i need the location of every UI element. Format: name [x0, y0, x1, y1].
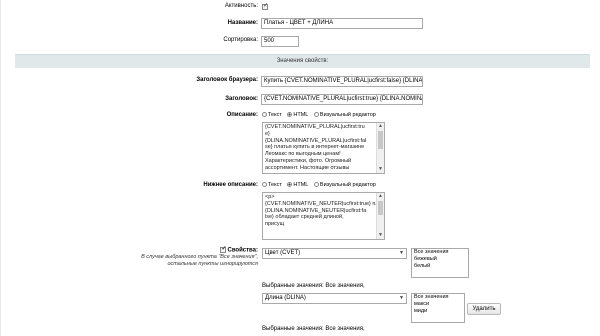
chevron-down-icon: ▼: [399, 250, 404, 256]
sort-label: Сортировка:: [223, 37, 258, 43]
lower-description-mode-visual[interactable]: Визуальный редактор: [313, 182, 376, 188]
delete-button[interactable]: Удалить: [467, 303, 501, 315]
lower-description-mode-text[interactable]: Текст: [262, 182, 282, 188]
scroll-up-icon[interactable]: ▲: [377, 123, 384, 130]
color-select-value: Цвет (CVET): [265, 250, 301, 256]
list-item[interactable]: Все значения: [412, 249, 468, 256]
selected-color-text: Выбранные значения: Все значения,: [262, 283, 365, 289]
description-mode-html[interactable]: HTML: [287, 112, 308, 118]
scroll-thumb[interactable]: [378, 131, 383, 149]
scroll-thumb[interactable]: [378, 201, 383, 215]
description-line: ассортимент. Настоящие отзывы: [265, 164, 350, 171]
list-item[interactable]: бежевый: [412, 256, 468, 263]
lower-description-line: {CVET.NOMINATIVE_NEUTER|ucfirst:true} пл…: [265, 200, 385, 207]
browser-title-label: Заголовок браузера:: [196, 77, 258, 83]
scroll-down-icon[interactable]: ▼: [377, 232, 384, 239]
description-line: Характеристики, фото. Огромный: [265, 157, 352, 164]
description-scrollbar[interactable]: ▲ ▼: [376, 123, 384, 173]
active-label: Активность:: [224, 3, 258, 9]
list-item[interactable]: Все значения: [412, 294, 464, 301]
length-select[interactable]: Длина (DLINA) ▼: [262, 293, 407, 304]
lower-description-scrollbar[interactable]: ▲ ▼: [376, 193, 384, 239]
chevron-down-icon: ▼: [399, 295, 404, 301]
description-line: {DLINA.NOMINATIVE_PLURAL|ucfirst:fal: [265, 137, 367, 144]
properties-checkbox[interactable]: [220, 245, 227, 253]
properties-note: В случае выбранного пункта "Все значения…: [141, 254, 258, 267]
description-line: e}: [265, 130, 270, 137]
description-textarea[interactable]: {CVET.NOMINATIVE_PLURAL|ucfirst:tru e} {…: [262, 122, 385, 174]
scroll-down-icon[interactable]: ▼: [377, 166, 384, 173]
sort-input[interactable]: 500: [261, 36, 299, 47]
heading-input[interactable]: {CVET.NOMINATIVE_PLURAL|ucfirst:true} {D…: [261, 94, 423, 105]
lower-description-line: lse} обладает средней длиной,: [265, 214, 344, 221]
properties-form: Активность: Название: Платья - ЦВЕТ + ДЛ…: [0, 0, 600, 336]
lower-description-line: присущ: [265, 221, 285, 228]
list-item[interactable]: макси: [412, 301, 464, 308]
description-mode-visual[interactable]: Визуальный редактор: [313, 112, 376, 118]
browser-title-input[interactable]: Купить {CVET.NOMINATIVE_PLURAL|ucfirst:f…: [261, 76, 423, 87]
length-select-value: Длина (DLINA): [265, 295, 306, 301]
description-mode-group: Текст HTML Визуальный редактор: [262, 112, 380, 118]
selected-length-text: Выбранные значения: Все значения,: [262, 326, 365, 332]
length-options-list[interactable]: Все значения макси миди: [411, 293, 465, 323]
description-line: Леомакс по выгодным ценам!: [265, 151, 341, 158]
color-select[interactable]: Цвет (CVET) ▼: [262, 248, 407, 259]
description-mode-text[interactable]: Текст: [262, 112, 282, 118]
lower-description-textarea[interactable]: <p> {CVET.NOMINATIVE_NEUTER|ucfirst:true…: [262, 192, 385, 240]
heading-label: Заголовок:: [225, 96, 258, 102]
description-line: {CVET.NOMINATIVE_PLURAL|ucfirst:tru: [265, 124, 365, 130]
lower-description-line: <p>: [265, 194, 275, 200]
lower-description-label: Нижнее описание:: [203, 182, 258, 188]
properties-label: Свойства:: [220, 245, 258, 254]
section-header: Значения свойств:: [15, 54, 590, 68]
name-label: Название:: [227, 20, 258, 26]
list-item[interactable]: белый: [412, 263, 468, 270]
list-item[interactable]: миди: [412, 308, 464, 315]
description-label: Описание:: [226, 112, 258, 118]
color-options-list[interactable]: Все значения бежевый белый: [411, 248, 469, 278]
lower-description-mode-html[interactable]: HTML: [287, 182, 308, 188]
active-checkbox[interactable]: [262, 2, 268, 10]
description-line: se} платья купить в интернет-магазине: [265, 144, 365, 151]
scroll-up-icon[interactable]: ▲: [377, 193, 384, 200]
lower-description-mode-group: Текст HTML Визуальный редактор: [262, 182, 380, 188]
name-input[interactable]: Платья - ЦВЕТ + ДЛИНА: [261, 18, 423, 29]
